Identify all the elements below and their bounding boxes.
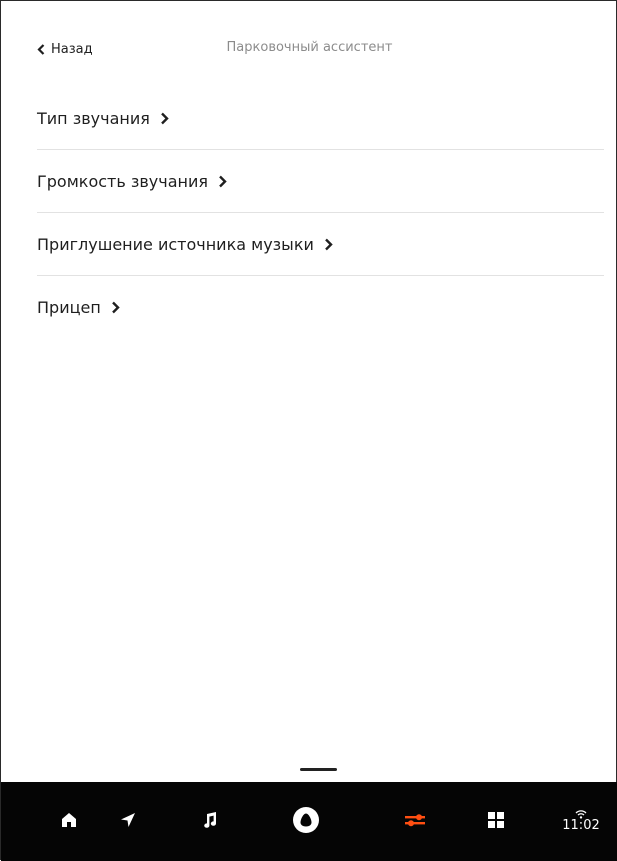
navigation-icon [119, 811, 137, 833]
drag-handle[interactable] [300, 768, 337, 771]
screen: Назад Парковочный ассистент Тип звучания… [0, 0, 617, 861]
menu-item-sound-volume[interactable]: Громкость звучания [37, 150, 604, 213]
bottom-navbar: 11:02 [1, 782, 617, 861]
nav-music-button[interactable] [180, 782, 240, 861]
status-area: 11:02 [553, 804, 609, 833]
top-bar: Назад Парковочный ассистент [1, 1, 617, 91]
clock: 11:02 [562, 818, 600, 833]
settings-menu: Тип звучания Громкость звучания Приглуше… [37, 87, 604, 339]
page-title: Парковочный ассистент [226, 40, 393, 55]
alice-icon [292, 806, 320, 838]
nav-navigation-button[interactable] [98, 782, 158, 861]
nav-settings-button[interactable] [385, 782, 445, 861]
menu-item-label: Тип звучания [37, 108, 150, 128]
nav-alice-button[interactable] [276, 782, 336, 861]
nav-apps-button[interactable] [466, 782, 526, 861]
menu-item-label: Громкость звучания [37, 171, 209, 191]
settings-sliders-icon [404, 811, 426, 833]
apps-grid-icon [487, 811, 505, 833]
menu-item-music-ducking[interactable]: Приглушение источника музыки [37, 213, 604, 276]
chevron-right-icon [111, 301, 120, 314]
menu-item-trailer[interactable]: Прицеп [37, 276, 604, 339]
chevron-right-icon [160, 112, 169, 125]
wifi-icon [553, 804, 609, 819]
chevron-right-icon [324, 238, 333, 251]
chevron-right-icon [218, 175, 227, 188]
music-icon [201, 811, 219, 833]
home-icon [60, 811, 78, 833]
menu-item-sound-type[interactable]: Тип звучания [37, 87, 604, 150]
menu-item-label: Приглушение источника музыки [37, 234, 314, 254]
menu-item-label: Прицеп [37, 298, 101, 317]
nav-home-button[interactable] [39, 782, 99, 861]
